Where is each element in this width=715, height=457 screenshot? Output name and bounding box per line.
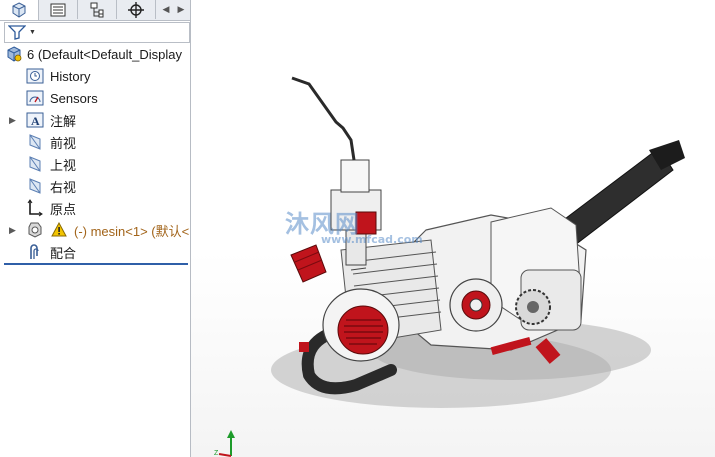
property-manager-icon	[50, 3, 66, 16]
crosshair-icon	[128, 1, 144, 18]
tree-item-front-plane[interactable]: 前视	[0, 131, 190, 153]
feature-manager-icon	[12, 2, 26, 18]
history-icon	[26, 67, 44, 85]
expand-arrow-icon[interactable]: ▶	[9, 115, 16, 126]
warning-icon	[50, 221, 68, 239]
configuration-manager-icon	[90, 2, 104, 17]
tree-item-mates[interactable]: 配合	[0, 241, 190, 263]
part-icon	[26, 221, 44, 239]
tree-root[interactable]: 6 (Default<Default_Display	[0, 43, 190, 65]
tree-item-label: 注解	[50, 113, 77, 129]
tab-feature-manager[interactable]	[0, 0, 39, 20]
svg-text:Z: Z	[214, 450, 219, 457]
chevron-down-icon: ▼	[29, 29, 36, 36]
tree-item-label: History	[50, 68, 91, 84]
feature-manager-panel: ◀ ▶ ▼ 6 (Default<Default_Display History…	[0, 0, 191, 457]
plane-icon	[26, 177, 44, 195]
tree-item-history[interactable]: History	[0, 65, 190, 87]
tab-scroll-right-icon[interactable]: ▶	[175, 3, 187, 16]
tree-item-mesin[interactable]: ▶ (-) mesin<1> (默认<	[0, 219, 190, 241]
tab-scroll-left-icon[interactable]: ◀	[160, 3, 172, 16]
svg-text:A: A	[31, 114, 40, 128]
plane-icon	[26, 133, 44, 151]
mates-icon	[26, 243, 44, 261]
tree-item-sensors[interactable]: Sensors	[0, 87, 190, 109]
tree-item-label: 前视	[50, 135, 77, 151]
reference-triad-icon: Z	[214, 430, 235, 457]
assembly-icon	[5, 45, 23, 63]
tree-item-label: 上视	[50, 157, 77, 173]
watermark-url: www.mfcad.com	[321, 233, 423, 246]
tree-filter[interactable]: ▼	[4, 22, 190, 43]
tree-item-label: 右视	[50, 179, 77, 195]
graphics-viewport[interactable]: 沐风网 www.mfcad.com Z	[191, 0, 715, 457]
expand-arrow-icon[interactable]: ▶	[9, 225, 16, 236]
filter-icon	[8, 25, 26, 40]
tab-configuration-manager[interactable]	[78, 0, 117, 19]
engine-model[interactable]	[191, 0, 715, 457]
tree-item-annotations[interactable]: ▶ A 注解	[0, 109, 190, 131]
tree-root-label: 6 (Default<Default_Display	[27, 46, 182, 62]
tab-property-manager[interactable]	[39, 0, 78, 19]
tree-rollback-bar[interactable]	[4, 263, 188, 265]
tree-item-label: (-) mesin<1> (默认<	[74, 223, 190, 239]
tree-item-top-plane[interactable]: 上视	[0, 153, 190, 175]
manager-tabs: ◀ ▶	[0, 0, 190, 21]
tree-item-label: Sensors	[50, 90, 98, 106]
plane-icon	[26, 155, 44, 173]
tab-dimxpert-manager[interactable]	[117, 0, 156, 19]
tree-item-origin[interactable]: 原点	[0, 197, 190, 219]
annotations-icon: A	[26, 111, 44, 129]
tree-item-label: 配合	[50, 245, 77, 261]
sensors-icon	[26, 89, 44, 107]
origin-icon	[26, 199, 44, 217]
tree-item-label: 原点	[50, 201, 77, 217]
tree-item-right-plane[interactable]: 右视	[0, 175, 190, 197]
